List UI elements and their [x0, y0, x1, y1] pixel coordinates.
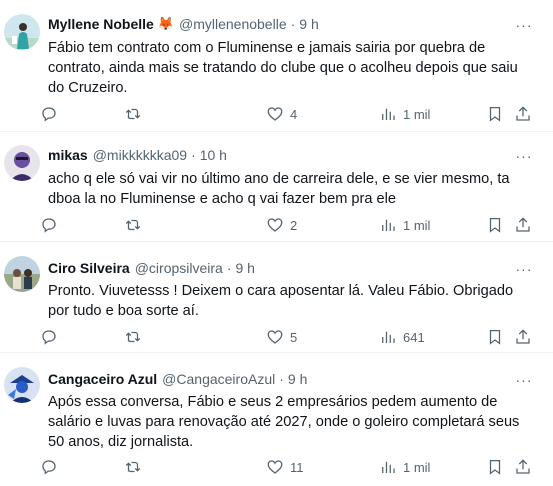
user-handle[interactable]: @ciropsilveira — [135, 259, 223, 277]
user-handle[interactable]: @CangaceiroAzul — [162, 370, 275, 388]
timestamp[interactable]: 9 h — [236, 259, 255, 277]
like-icon — [267, 218, 283, 232]
like-button[interactable]: 5 — [266, 328, 297, 346]
tweet-item[interactable]: Myllene Nobelle 🦊 @myllenenobelle · 9 h … — [0, 0, 553, 132]
reply-icon — [42, 330, 56, 345]
share-button[interactable] — [514, 458, 532, 476]
views-count: 1 mil — [403, 217, 431, 233]
views-button[interactable]: 641 — [379, 328, 425, 346]
like-button[interactable]: 2 — [266, 216, 297, 234]
views-button[interactable]: 1 mil — [379, 216, 430, 234]
separator-dot: · — [290, 16, 296, 32]
share-icon — [516, 106, 530, 121]
avatar[interactable] — [4, 256, 40, 292]
reply-icon — [42, 107, 56, 122]
share-icon — [516, 459, 530, 474]
share-icon — [516, 329, 530, 344]
views-icon — [382, 108, 395, 120]
tweet-text: Após essa conversa, Fábio e seus 2 empre… — [48, 394, 520, 450]
tweet-item[interactable]: Ciro Silveira @ciropsilveira · 9 h ··· P… — [0, 242, 553, 353]
timestamp[interactable]: 9 h — [288, 370, 307, 388]
like-icon — [267, 460, 283, 474]
reply-button[interactable] — [40, 105, 58, 123]
like-count: 5 — [290, 329, 298, 345]
share-button[interactable] — [514, 216, 532, 234]
tweet-text: Pronto. Viuvetesss ! Deixem o cara apose… — [48, 283, 514, 319]
retweet-button[interactable] — [124, 105, 142, 123]
avatar[interactable] — [4, 367, 40, 403]
views-icon — [382, 219, 395, 231]
like-button[interactable]: 4 — [266, 105, 297, 123]
display-name[interactable]: Ciro Silveira — [48, 259, 130, 277]
bookmark-button[interactable] — [486, 458, 504, 476]
tweet-header: Myllene Nobelle 🦊 @myllenenobelle · 9 h — [48, 15, 319, 33]
like-count: 2 — [290, 217, 298, 233]
more-icon[interactable]: ··· — [514, 147, 534, 165]
action-bar: 4 1 mil — [40, 105, 553, 125]
action-bar: 2 1 mil — [40, 216, 553, 236]
retweet-icon — [125, 219, 141, 231]
bookmark-icon — [489, 217, 501, 233]
display-name[interactable]: mikas — [48, 146, 88, 164]
reply-button[interactable] — [40, 458, 58, 476]
tweet-text: acho q ele só vai vir no último ano de c… — [48, 171, 510, 207]
views-count: 1 mil — [403, 106, 431, 122]
separator-dot: · — [191, 147, 196, 163]
more-icon[interactable]: ··· — [514, 371, 534, 389]
tweet-header: Ciro Silveira @ciropsilveira · 9 h — [48, 259, 255, 277]
avatar[interactable] — [4, 14, 40, 50]
display-name[interactable]: Myllene Nobelle — [48, 15, 154, 33]
views-icon — [382, 461, 395, 473]
bookmark-icon — [489, 459, 501, 475]
reply-button[interactable] — [40, 328, 58, 346]
tweet-item[interactable]: Cangaceiro Azul @CangaceiroAzul · 9 h ··… — [0, 353, 553, 486]
separator-dot: · — [226, 260, 232, 276]
tweet-text: Fábio tem contrato com o Fluminense e ja… — [48, 40, 518, 96]
name-emoji: 🦊 — [157, 16, 174, 31]
timestamp[interactable]: 10 h — [200, 146, 227, 164]
like-icon — [267, 107, 283, 121]
retweet-button[interactable] — [124, 458, 142, 476]
reply-button[interactable] — [40, 216, 58, 234]
timestamp[interactable]: 9 h — [299, 15, 318, 33]
display-name[interactable]: Cangaceiro Azul — [48, 370, 157, 388]
share-icon — [516, 217, 530, 232]
retweet-icon — [125, 461, 141, 473]
separator-dot: · — [279, 371, 284, 387]
reply-icon — [42, 218, 56, 233]
retweet-button[interactable] — [124, 328, 142, 346]
views-button[interactable]: 1 mil — [379, 105, 430, 123]
bookmark-icon — [489, 329, 501, 345]
like-button[interactable]: 11 — [266, 458, 304, 476]
more-icon[interactable]: ··· — [514, 16, 534, 34]
like-icon — [267, 330, 283, 344]
share-button[interactable] — [514, 328, 532, 346]
bookmark-button[interactable] — [486, 105, 504, 123]
tweet-header: Cangaceiro Azul @CangaceiroAzul · 9 h — [48, 370, 307, 388]
action-bar: 11 1 mil — [40, 458, 553, 478]
retweet-icon — [125, 108, 141, 120]
views-count: 641 — [403, 329, 425, 345]
tweet-header: mikas @mikkkkkka09 · 10 h — [48, 146, 227, 164]
views-count: 1 mil — [403, 459, 431, 475]
like-count: 4 — [290, 106, 298, 122]
share-button[interactable] — [514, 105, 532, 123]
more-icon[interactable]: ··· — [514, 260, 534, 278]
tweet-item[interactable]: mikas @mikkkkkka09 · 10 h ··· acho q ele… — [0, 132, 553, 242]
user-handle[interactable]: @mikkkkkka09 — [93, 146, 187, 164]
avatar[interactable] — [4, 145, 40, 181]
bookmark-icon — [489, 106, 501, 122]
user-handle[interactable]: @myllenenobelle — [179, 15, 287, 33]
action-bar: 5 641 — [40, 328, 553, 348]
views-button[interactable]: 1 mil — [379, 458, 430, 476]
bookmark-button[interactable] — [486, 328, 504, 346]
reply-icon — [42, 460, 56, 475]
views-icon — [382, 331, 395, 343]
replies-feed: Myllene Nobelle 🦊 @myllenenobelle · 9 h … — [0, 0, 553, 486]
like-count: 11 — [290, 459, 304, 475]
bookmark-button[interactable] — [486, 216, 504, 234]
retweet-button[interactable] — [124, 216, 142, 234]
retweet-icon — [125, 331, 141, 343]
